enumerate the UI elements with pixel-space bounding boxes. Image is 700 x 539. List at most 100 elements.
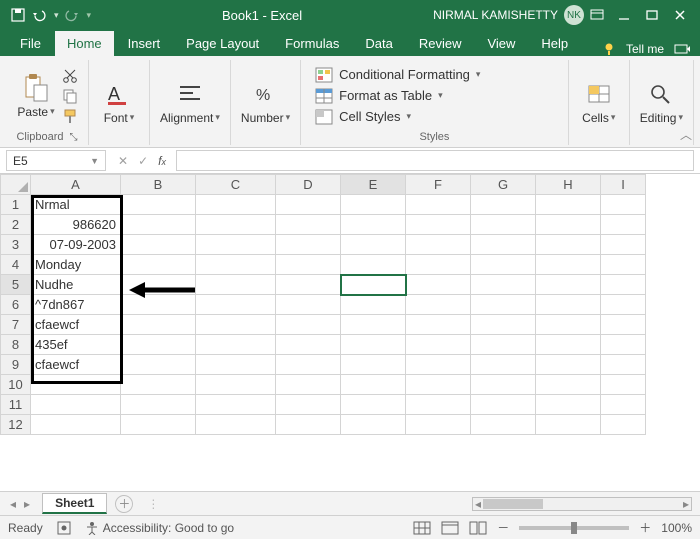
cell[interactable]	[196, 215, 276, 235]
cell[interactable]	[601, 275, 646, 295]
tab-data[interactable]: Data	[353, 31, 404, 56]
cell[interactable]	[601, 335, 646, 355]
formula-bar[interactable]	[176, 150, 694, 171]
cell[interactable]	[196, 355, 276, 375]
scroll-left-icon[interactable]: ◂	[475, 497, 481, 511]
redo-icon[interactable]	[65, 7, 81, 23]
cell[interactable]	[601, 255, 646, 275]
cell[interactable]: cfaewcf	[31, 315, 121, 335]
column-header[interactable]: H	[536, 175, 601, 195]
cell[interactable]	[276, 315, 341, 335]
column-header[interactable]: F	[406, 175, 471, 195]
cell[interactable]	[196, 335, 276, 355]
tab-insert[interactable]: Insert	[116, 31, 173, 56]
tab-formulas[interactable]: Formulas	[273, 31, 351, 56]
ribbon-display-icon[interactable]	[590, 9, 604, 21]
cell[interactable]	[406, 275, 471, 295]
name-box[interactable]: E5 ▼	[6, 150, 106, 171]
conditional-formatting-button[interactable]: Conditional Formatting▾	[311, 66, 484, 84]
spreadsheet-grid[interactable]: ABCDEFGHI1Nrmal2986620307-09-20034Monday…	[0, 174, 646, 435]
zoom-value[interactable]: 100%	[661, 521, 692, 535]
select-all-cell[interactable]	[1, 175, 31, 195]
format-as-table-button[interactable]: Format as Table▾	[311, 87, 447, 105]
sheet-tab[interactable]: Sheet1	[42, 493, 107, 514]
cell[interactable]	[121, 235, 196, 255]
column-header[interactable]: E	[341, 175, 406, 195]
column-header[interactable]: B	[121, 175, 196, 195]
cell[interactable]	[406, 375, 471, 395]
cell[interactable]	[341, 255, 406, 275]
column-header[interactable]: I	[601, 175, 646, 195]
fx-icon[interactable]: fx	[158, 154, 166, 168]
cell[interactable]	[471, 255, 536, 275]
cell[interactable]	[341, 375, 406, 395]
row-header[interactable]: 10	[1, 375, 31, 395]
name-box-dropdown-icon[interactable]: ▼	[90, 156, 99, 166]
cell[interactable]	[471, 395, 536, 415]
cell[interactable]	[196, 255, 276, 275]
cell[interactable]	[276, 375, 341, 395]
cell[interactable]	[276, 195, 341, 215]
undo-dropdown-icon[interactable]: ▾	[54, 10, 59, 21]
sheet-nav-first-icon[interactable]: ◂	[10, 497, 16, 511]
cell[interactable]: 435ef	[31, 335, 121, 355]
number-button[interactable]: % Number▾	[241, 79, 290, 125]
accessibility-button[interactable]: Accessibility: Good to go	[85, 521, 234, 535]
row-header[interactable]: 6	[1, 295, 31, 315]
scrollbar-thumb[interactable]	[483, 499, 543, 509]
cell-styles-button[interactable]: Cell Styles▾	[311, 108, 415, 126]
column-header[interactable]: A	[31, 175, 121, 195]
row-header[interactable]: 8	[1, 335, 31, 355]
undo-icon[interactable]	[32, 7, 48, 23]
cell[interactable]	[276, 355, 341, 375]
tell-me-label[interactable]: Tell me	[626, 42, 664, 56]
cell[interactable]	[536, 335, 601, 355]
cell[interactable]	[31, 375, 121, 395]
cell[interactable]	[406, 355, 471, 375]
cell[interactable]	[341, 235, 406, 255]
cell[interactable]	[341, 335, 406, 355]
save-icon[interactable]	[10, 7, 26, 23]
tab-split-handle[interactable]: ⋮	[147, 497, 159, 511]
cell[interactable]	[406, 215, 471, 235]
tab-page-layout[interactable]: Page Layout	[174, 31, 271, 56]
zoom-slider[interactable]	[519, 526, 629, 530]
editing-button[interactable]: Editing▾	[640, 79, 683, 125]
cell[interactable]: 07-09-2003	[31, 235, 121, 255]
view-page-break-icon[interactable]	[469, 521, 487, 535]
cell[interactable]	[121, 275, 196, 295]
cell[interactable]	[341, 355, 406, 375]
column-header[interactable]: D	[276, 175, 341, 195]
collapse-ribbon-icon[interactable]: ︿	[680, 126, 692, 143]
tell-me-icon[interactable]	[602, 42, 616, 56]
cell[interactable]	[276, 395, 341, 415]
clipboard-launcher-icon[interactable]: ⤡	[70, 132, 78, 143]
row-header[interactable]: 2	[1, 215, 31, 235]
zoom-in-icon[interactable]: ＋	[639, 519, 651, 536]
cell[interactable]	[536, 295, 601, 315]
paste-button[interactable]: Paste▾	[16, 73, 56, 119]
row-header[interactable]: 9	[1, 355, 31, 375]
cell[interactable]	[276, 295, 341, 315]
cell[interactable]	[341, 195, 406, 215]
cell[interactable]	[601, 415, 646, 435]
row-header[interactable]: 12	[1, 415, 31, 435]
cell[interactable]	[601, 375, 646, 395]
cell[interactable]	[196, 235, 276, 255]
cell[interactable]: ^7dn867	[31, 295, 121, 315]
cell[interactable]: Nudhe	[31, 275, 121, 295]
cell[interactable]	[121, 395, 196, 415]
cell[interactable]	[536, 355, 601, 375]
cell[interactable]	[196, 315, 276, 335]
row-header[interactable]: 1	[1, 195, 31, 215]
tab-home[interactable]: Home	[55, 31, 114, 56]
zoom-out-icon[interactable]: －	[497, 519, 509, 536]
cell[interactable]: cfaewcf	[31, 355, 121, 375]
cancel-formula-icon[interactable]: ✕	[118, 154, 128, 168]
cell[interactable]	[471, 195, 536, 215]
cell[interactable]	[406, 235, 471, 255]
cell[interactable]	[341, 215, 406, 235]
column-header[interactable]: G	[471, 175, 536, 195]
cell[interactable]	[536, 235, 601, 255]
copy-icon[interactable]	[62, 88, 78, 104]
